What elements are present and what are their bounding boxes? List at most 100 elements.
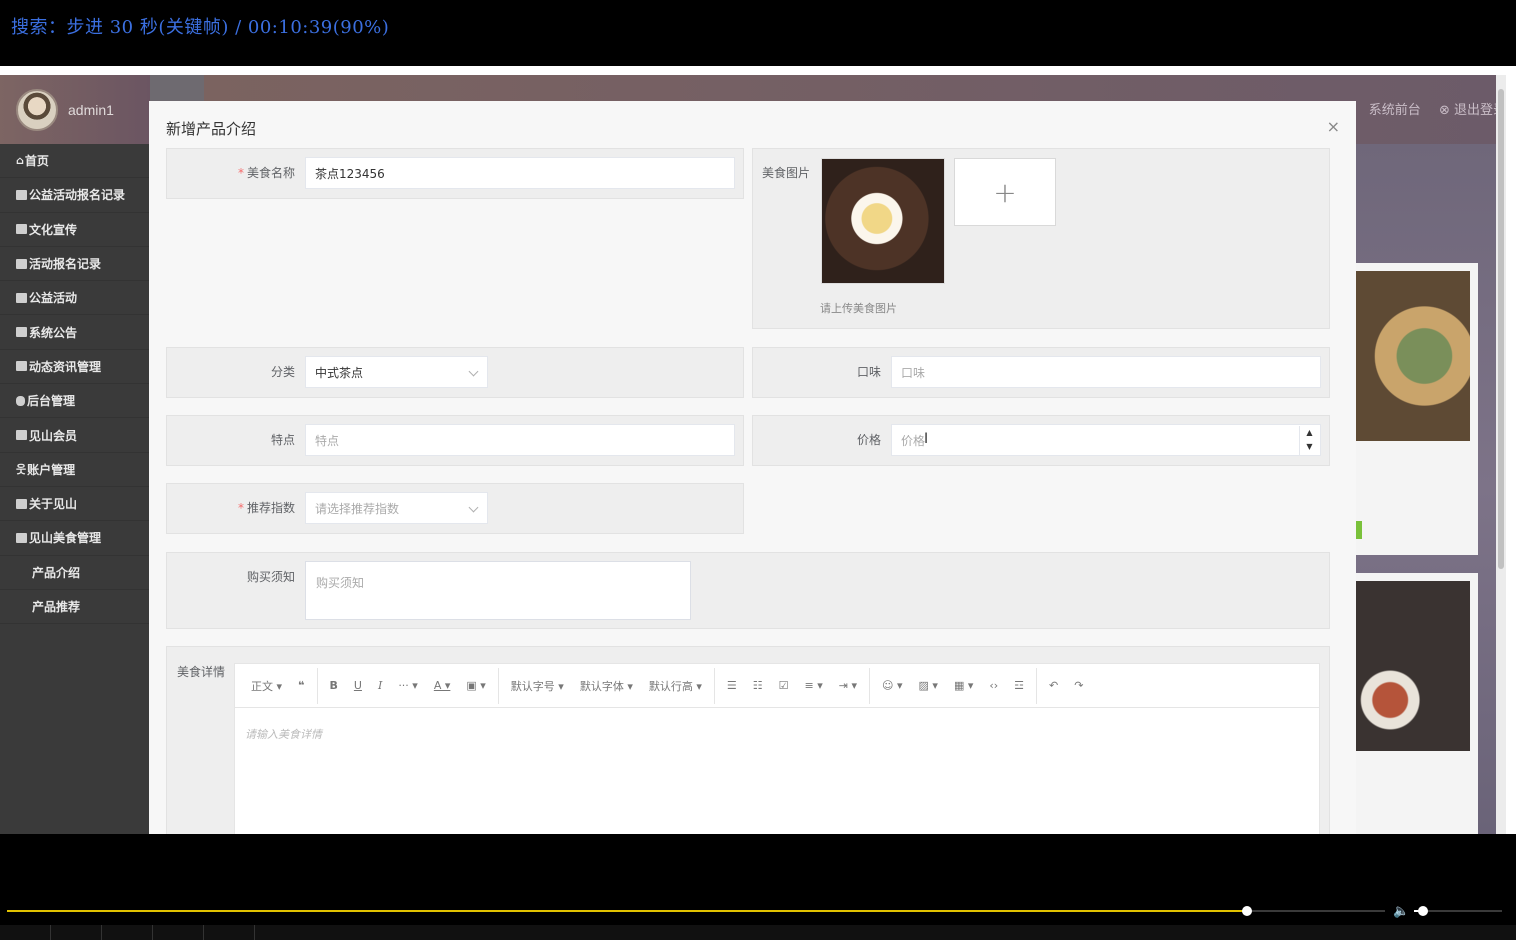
name-input[interactable]: 茶点123456 <box>305 157 735 189</box>
italic-icon[interactable]: I <box>370 679 390 692</box>
volume-slider[interactable] <box>1414 906 1502 916</box>
logout-icon: ⊗ <box>1438 103 1450 118</box>
rich-text-editor[interactable]: 正文 ▾ ❝ B U I ··· ▾ A ▾ ▣ ▾ 默认字号 ▾ 默认字体 ▾… <box>234 663 1320 834</box>
indent-icon[interactable]: ⇥ ▾ <box>831 679 865 692</box>
image-icon[interactable]: ▨ ▾ <box>911 679 946 692</box>
number-stepper[interactable]: ▲ ▼ <box>1299 426 1319 456</box>
front-link[interactable]: 系统前台 <box>1369 103 1421 118</box>
sidebar-item-charity-signup[interactable]: 公益活动报名记录 <box>0 178 150 213</box>
sidebar-item-charity[interactable]: 公益活动 <box>0 281 150 316</box>
user-icon: 웃 <box>16 463 27 477</box>
taskbar-slot[interactable] <box>0 925 51 940</box>
sidebar-item-accounts[interactable]: 웃 账户管理 <box>0 453 150 487</box>
osd-text: 搜索：步进 30 秒(关键帧) / 00:10:39(90%) <box>11 17 390 38</box>
dialog-title: 新增产品介绍 <box>166 120 257 138</box>
taste-input[interactable]: 口味 <box>891 356 1321 388</box>
sidebar-item-food[interactable]: 见山美食管理 <box>0 521 150 556</box>
category-row: 分类 中式茶点 <box>166 347 744 398</box>
progress-fill <box>7 910 1248 912</box>
sidebar-item-admin[interactable]: 后台管理 <box>0 384 150 419</box>
sidebar-item-members[interactable]: 见山会员 <box>0 418 150 453</box>
paragraph-dropdown[interactable]: 正文 ▾ <box>243 678 290 694</box>
notice-textarea[interactable]: 购买须知 <box>305 561 691 620</box>
sidebar-subitem-product-recommend[interactable]: 产品推荐 <box>0 590 150 625</box>
sidebar-item-label: 文化宣传 <box>29 222 78 237</box>
align-icon[interactable]: ≡ ▾ <box>797 679 831 692</box>
scrollbar[interactable] <box>1496 75 1506 834</box>
image-row: 美食图片 + 请上传美食图片 <box>752 148 1330 329</box>
sidebar-item-notice[interactable]: 系统公告 <box>0 315 150 350</box>
table-icon[interactable]: ▦ ▾ <box>946 679 981 692</box>
bold-icon[interactable]: B <box>322 679 346 692</box>
divider-icon[interactable]: ☲ <box>1006 679 1032 692</box>
todo-icon[interactable]: ☑ <box>771 679 797 692</box>
price-placeholder: 价格 <box>901 433 926 448</box>
sidebar-subitem-product-intro[interactable]: 产品介绍 <box>0 556 150 590</box>
name-label: * 美食名称 <box>237 166 295 180</box>
toolbar-divider <box>316 667 318 704</box>
text-cursor-icon: I <box>924 431 929 447</box>
sidebar-item-label: 见山美食管理 <box>29 531 102 546</box>
underline-icon[interactable]: U <box>346 679 370 692</box>
bullet-list-icon[interactable]: ☰ <box>719 679 745 692</box>
sidebar-item-label: 后台管理 <box>27 394 76 409</box>
sidebar-item-label: 关于见山 <box>29 497 78 512</box>
name-row: * 美食名称 茶点123456 <box>166 148 744 199</box>
product-card[interactable] <box>1356 263 1478 555</box>
quote-icon[interactable]: ❝ <box>290 679 312 692</box>
toolbar-divider <box>713 667 715 704</box>
emoji-icon[interactable]: ☺ ▾ <box>874 679 911 692</box>
recommend-select[interactable]: 请选择推荐指数 <box>305 492 488 524</box>
app-viewport: 系统前台 ⊗ 退出登录 admin1 ⌂ 首页 公益活动报名记录 文化宣传 活动报… <box>0 75 1506 834</box>
font-size-dropdown[interactable]: 默认字号 ▾ <box>503 678 572 694</box>
grid-icon <box>16 258 27 269</box>
avatar[interactable] <box>16 88 58 131</box>
progress-bar[interactable] <box>7 906 1385 916</box>
grid-icon <box>16 430 27 441</box>
upload-button[interactable]: + <box>954 158 1056 226</box>
sidebar-item-culture[interactable]: 文化宣传 <box>0 213 150 247</box>
volume-handle[interactable] <box>1417 906 1428 916</box>
undo-icon[interactable]: ↶ <box>1041 679 1066 692</box>
sidebar-item-label: 系统公告 <box>29 325 78 340</box>
line-height-dropdown[interactable]: 默认行高 ▾ <box>641 678 710 694</box>
redo-icon[interactable]: ↷ <box>1066 679 1091 692</box>
category-select[interactable]: 中式茶点 <box>305 356 488 388</box>
recommend-label: * 推荐指数 <box>237 501 295 515</box>
taskbar-slot[interactable] <box>102 925 153 940</box>
uploaded-image[interactable] <box>821 158 945 284</box>
more-icon[interactable]: ··· ▾ <box>390 679 426 692</box>
user-panel: admin1 <box>0 75 150 144</box>
recommend-row: * 推荐指数 请选择推荐指数 <box>166 483 744 534</box>
stepper-down-icon[interactable]: ▼ <box>1300 440 1319 454</box>
sidebar-item-label: 首页 <box>24 154 49 169</box>
close-icon[interactable]: × <box>1327 117 1340 136</box>
notice-label: 购买须知 <box>246 570 295 584</box>
progress-handle[interactable] <box>1242 906 1253 916</box>
sidebar-item-about[interactable]: 关于见山 <box>0 487 150 522</box>
grid-icon <box>16 532 27 543</box>
feature-input[interactable]: 特点 <box>305 424 735 456</box>
grid-icon <box>16 224 27 235</box>
bg-color-icon[interactable]: ▣ ▾ <box>458 679 493 692</box>
sidebar-item-home[interactable]: ⌂ 首页 <box>0 144 150 179</box>
code-icon[interactable]: ‹› <box>981 679 1006 692</box>
numbered-list-icon[interactable]: ☷ <box>745 679 771 692</box>
price-input[interactable]: 价格 I ▲ ▼ <box>891 424 1321 456</box>
stepper-up-icon[interactable]: ▲ <box>1300 426 1319 440</box>
grid-icon <box>16 327 27 338</box>
taste-row: 口味 口味 <box>752 347 1330 398</box>
taskbar-slot[interactable] <box>51 925 102 940</box>
editor-toolbar: 正文 ▾ ❝ B U I ··· ▾ A ▾ ▣ ▾ 默认字号 ▾ 默认字体 ▾… <box>235 664 1319 708</box>
volume-icon[interactable]: 🔈 <box>1393 904 1409 919</box>
sidebar-item-news[interactable]: 动态资讯管理 <box>0 350 150 385</box>
sidebar: admin1 ⌂ 首页 公益活动报名记录 文化宣传 活动报名记录 公益活动 系统公… <box>0 75 150 834</box>
font-color-icon[interactable]: A ▾ <box>426 679 459 692</box>
notice-row: 购买须知 购买须知 <box>166 552 1330 629</box>
taskbar-slot[interactable] <box>153 925 204 940</box>
sidebar-item-activity-signup[interactable]: 活动报名记录 <box>0 247 150 282</box>
scrollbar-thumb[interactable] <box>1498 89 1504 569</box>
font-family-dropdown[interactable]: 默认字体 ▾ <box>572 678 641 694</box>
product-card[interactable] <box>1356 573 1478 834</box>
taskbar-slot[interactable] <box>204 925 255 940</box>
